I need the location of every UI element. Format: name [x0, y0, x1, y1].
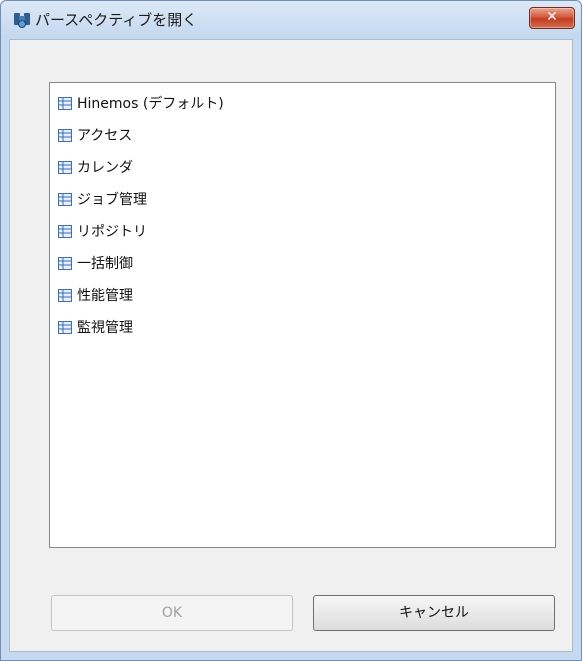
list-item-monitor-management[interactable]: 監視管理 — [58, 315, 133, 339]
dialog-content: Hinemos (デフォルト) アクセス カレンダ ジョブ管理 リポジトリ 一括… — [9, 39, 573, 652]
list-item-bulk-control[interactable]: 一括制御 — [58, 251, 133, 275]
close-icon: ✕ — [546, 9, 558, 25]
list-item-label: ジョブ管理 — [77, 192, 147, 208]
list-item-performance-management[interactable]: 性能管理 — [58, 283, 133, 307]
title-bar[interactable]: パースペクティブを開く ✕ — [1, 1, 581, 39]
perspective-item-icon — [58, 192, 72, 206]
list-item-label: 監視管理 — [77, 320, 133, 336]
list-item-label: アクセス — [77, 128, 133, 144]
window-title: パースペクティブを開く — [35, 11, 198, 29]
perspective-item-icon — [58, 320, 72, 334]
list-item-label: Hinemos (デフォルト) — [77, 96, 224, 112]
cancel-button[interactable]: キャンセル — [313, 595, 555, 631]
perspective-item-icon — [58, 224, 72, 238]
perspective-item-icon — [58, 128, 72, 142]
ok-button[interactable]: OK — [51, 595, 293, 631]
perspective-item-icon — [58, 256, 72, 270]
list-item-job-management[interactable]: ジョブ管理 — [58, 187, 147, 211]
list-item-label: リポジトリ — [77, 224, 147, 240]
list-item-calendar[interactable]: カレンダ — [58, 155, 133, 179]
list-item-label: 性能管理 — [77, 288, 133, 304]
list-item-label: カレンダ — [77, 160, 133, 176]
perspective-item-icon — [58, 288, 72, 302]
list-item-hinemos-default[interactable]: Hinemos (デフォルト) — [58, 91, 224, 115]
list-item-repository[interactable]: リポジトリ — [58, 219, 147, 243]
close-button[interactable]: ✕ — [529, 7, 575, 29]
perspective-icon — [14, 13, 30, 28]
perspective-item-icon — [58, 96, 72, 110]
perspective-list[interactable]: Hinemos (デフォルト) アクセス カレンダ ジョブ管理 リポジトリ 一括… — [49, 82, 556, 548]
dialog-window: パースペクティブを開く ✕ Hinemos (デフォルト) アクセス カレンダ … — [0, 0, 582, 661]
list-item-label: 一括制御 — [77, 256, 133, 272]
perspective-item-icon — [58, 160, 72, 174]
list-item-access[interactable]: アクセス — [58, 123, 132, 147]
